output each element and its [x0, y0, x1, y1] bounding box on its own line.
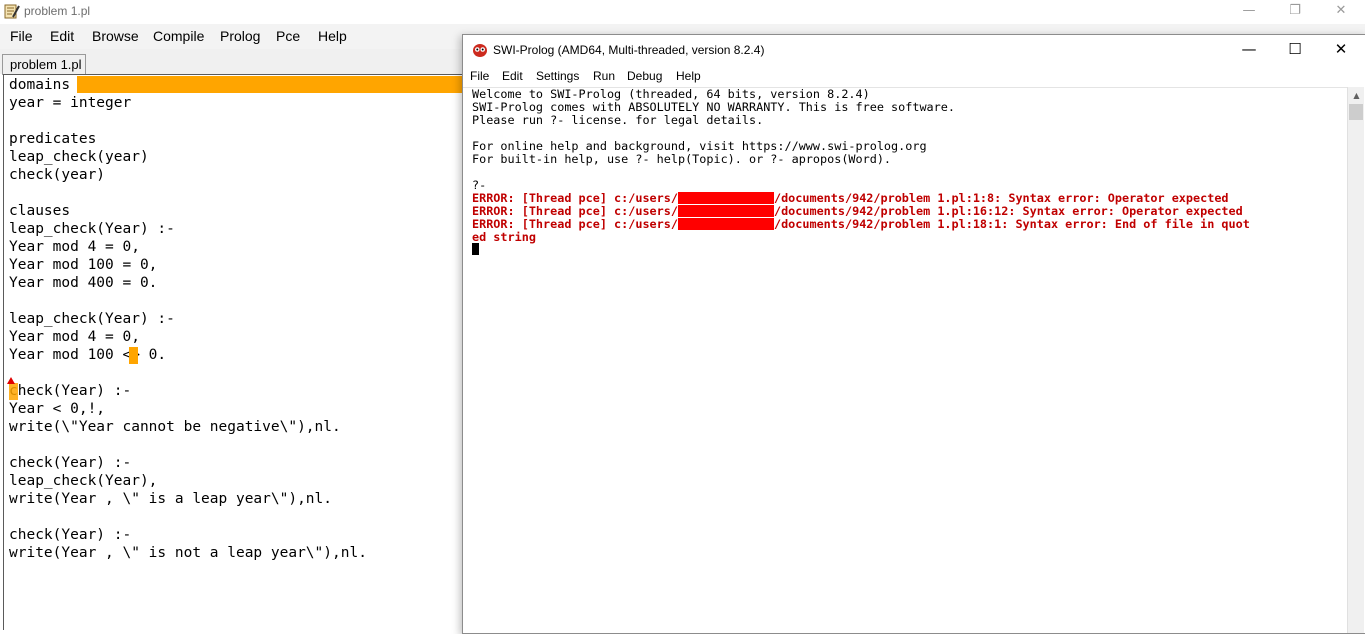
- editor-titlebar: problem 1.pl — ❐ ✕: [0, 0, 1365, 24]
- error-suffix: /documents/942/problem 1.pl:16:12: Synta…: [773, 204, 1243, 218]
- code-line: write(Year , \" is a leap year\"),nl.: [9, 491, 333, 507]
- console-close-button[interactable]: ✕: [1318, 35, 1364, 65]
- error-suffix: /documents/942/problem 1.pl:18:1: Syntax…: [773, 217, 1250, 231]
- editor-close-button[interactable]: ✕: [1318, 0, 1364, 24]
- editor-tabbar: problem 1.pl: [0, 49, 464, 75]
- error-line: ERROR: [Thread pce] c:/users/ /documents/…: [472, 218, 1250, 231]
- error-position-marker: [9, 383, 18, 400]
- console-minimize-button[interactable]: —: [1226, 35, 1272, 65]
- scroll-up-arrow-icon[interactable]: ▲: [1348, 87, 1365, 104]
- code-line: write(Year , \" is not a leap year\"),nl…: [9, 545, 367, 561]
- redacted-username: [677, 192, 774, 204]
- code-line: check(Year) :-: [9, 527, 132, 543]
- code-segment: Year mod 100 <> 0.: [9, 347, 167, 363]
- code-line: predicates: [9, 131, 97, 147]
- swi-prolog-console-window: SWI-Prolog (AMD64, Multi-threaded, versi…: [462, 34, 1365, 634]
- editor-menu-file[interactable]: File: [10, 28, 33, 44]
- console-menu-run[interactable]: Run: [593, 69, 615, 83]
- error-prefix: ERROR: [Thread pce] c:/users/: [472, 204, 678, 218]
- console-menu-debug[interactable]: Debug: [627, 69, 662, 83]
- code-line: leap_check(Year) :-: [9, 221, 175, 237]
- swi-prolog-owl-icon: [473, 44, 487, 57]
- editor-menu-help[interactable]: Help: [318, 28, 347, 44]
- editor-menu-pce[interactable]: Pce: [276, 28, 300, 44]
- error-prefix: ERROR: [Thread pce] c:/users/: [472, 217, 678, 231]
- scrollbar-thumb[interactable]: [1349, 104, 1363, 120]
- code-editor[interactable]: domains year = integer predicates leap_c…: [3, 74, 477, 630]
- banner-line: Please run ?- license. for legal details…: [472, 113, 764, 127]
- syntax-error-highlight: [77, 76, 477, 93]
- code-line: Year mod 4 = 0,: [9, 239, 140, 255]
- console-titlebar: SWI-Prolog (AMD64, Multi-threaded, versi…: [463, 35, 1365, 65]
- prolog-console-output[interactable]: Welcome to SWI-Prolog (threaded, 64 bits…: [463, 87, 1347, 633]
- code-line: Year mod 4 = 0,: [9, 329, 140, 345]
- code-line: check(Year) :-: [9, 455, 132, 471]
- swi-prolog-editor-icon: [4, 4, 20, 19]
- code-line-error-marked: Year mod 100 <> 0.: [9, 346, 166, 364]
- console-menu-settings[interactable]: Settings: [536, 69, 579, 83]
- editor-menu-edit[interactable]: Edit: [50, 28, 74, 44]
- tab-problem-1[interactable]: problem 1.pl: [2, 54, 86, 75]
- code-line: check(year): [9, 167, 106, 183]
- editor-window-title: problem 1.pl: [24, 4, 91, 18]
- console-maximize-button[interactable]: ☐: [1272, 35, 1318, 65]
- error-line-continuation: ed string: [472, 230, 536, 244]
- error-suffix: /documents/942/problem 1.pl:1:8: Syntax …: [773, 191, 1229, 205]
- text-cursor: [472, 243, 479, 255]
- console-menubar: File Edit Settings Run Debug Help: [463, 65, 1365, 87]
- console-menu-help[interactable]: Help: [676, 69, 701, 83]
- code-line: Year mod 100 = 0,: [9, 257, 158, 273]
- code-line: write(\"Year cannot be negative\"),nl.: [9, 419, 341, 435]
- editor-menu-prolog[interactable]: Prolog: [220, 28, 260, 44]
- console-window-title: SWI-Prolog (AMD64, Multi-threaded, versi…: [493, 43, 765, 57]
- editor-menu-compile[interactable]: Compile: [153, 28, 204, 44]
- code-line: leap_check(Year),: [9, 473, 158, 489]
- editor-menu-browse[interactable]: Browse: [92, 28, 139, 44]
- editor-restore-button[interactable]: ❐: [1272, 0, 1318, 24]
- redacted-username: [677, 218, 774, 230]
- error-position-marker: [129, 347, 138, 364]
- code-line: domains: [9, 77, 71, 93]
- code-line: clauses: [9, 203, 71, 219]
- warning-arrow-icon: [7, 377, 15, 384]
- code-line-error-marked: check(Year) :-: [9, 383, 132, 399]
- banner-line: For built-in help, use ?- help(Topic). o…: [472, 152, 892, 166]
- console-vertical-scrollbar[interactable]: ▲: [1347, 87, 1364, 633]
- code-line: leap_check(year): [9, 149, 149, 165]
- redacted-username: [677, 205, 774, 217]
- editor-minimize-button[interactable]: —: [1226, 0, 1272, 24]
- console-menu-edit[interactable]: Edit: [502, 69, 523, 83]
- error-prefix: ERROR: [Thread pce] c:/users/: [472, 191, 678, 205]
- console-menu-file[interactable]: File: [470, 69, 489, 83]
- code-line: leap_check(Year) :-: [9, 311, 175, 327]
- code-line: Year < 0,!,: [9, 401, 106, 417]
- code-line: Year mod 400 = 0.: [9, 275, 158, 291]
- code-line: year = integer: [9, 95, 132, 111]
